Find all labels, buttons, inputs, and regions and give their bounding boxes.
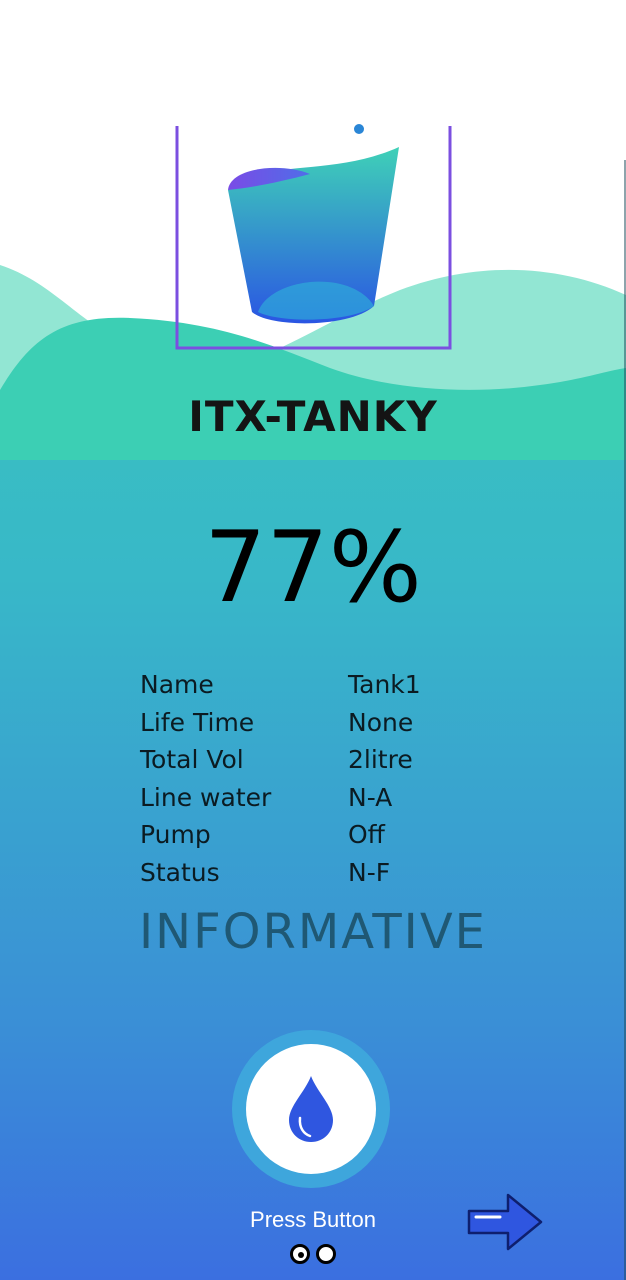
info-row-status: Status N-F xyxy=(140,854,421,892)
info-key: Total Vol xyxy=(140,745,244,775)
info-row-name: Name Tank1 xyxy=(140,666,421,704)
water-press-button[interactable] xyxy=(232,1030,390,1188)
info-key: Name xyxy=(140,670,214,700)
water-drop-icon xyxy=(289,1076,333,1142)
page-dot-active[interactable] xyxy=(290,1244,310,1264)
info-value: None xyxy=(348,707,414,737)
page-dot[interactable] xyxy=(316,1244,336,1264)
info-row-life-time: Life Time None xyxy=(140,704,421,742)
info-value: N-A xyxy=(348,782,393,812)
tank-info-table: Name Tank1 Life Time None Total Vol 2lit… xyxy=(140,666,421,891)
page-indicator xyxy=(290,1244,336,1264)
info-value: N-F xyxy=(348,857,391,887)
tank-level-percent: 77% xyxy=(204,511,422,625)
info-value: 2litre xyxy=(348,745,413,775)
tank-logo-icon xyxy=(170,118,460,358)
info-value: Off xyxy=(348,820,385,850)
info-key: Status xyxy=(140,857,220,887)
info-key: Life Time xyxy=(140,707,255,737)
next-arrow-button[interactable] xyxy=(466,1192,544,1252)
arrow-right-icon xyxy=(467,1193,543,1251)
mode-label: INFORMATIVE xyxy=(139,904,487,960)
info-row-total-vol: Total Vol 2litre xyxy=(140,741,421,779)
info-row-pump: Pump Off xyxy=(140,816,421,854)
app-title: ITX-TANKY xyxy=(188,392,438,441)
info-key: Pump xyxy=(140,820,211,850)
info-value: Tank1 xyxy=(348,670,421,700)
press-button-face[interactable] xyxy=(246,1044,376,1174)
info-key: Line water xyxy=(140,782,272,812)
info-row-line-water: Line water N-A xyxy=(140,779,421,817)
